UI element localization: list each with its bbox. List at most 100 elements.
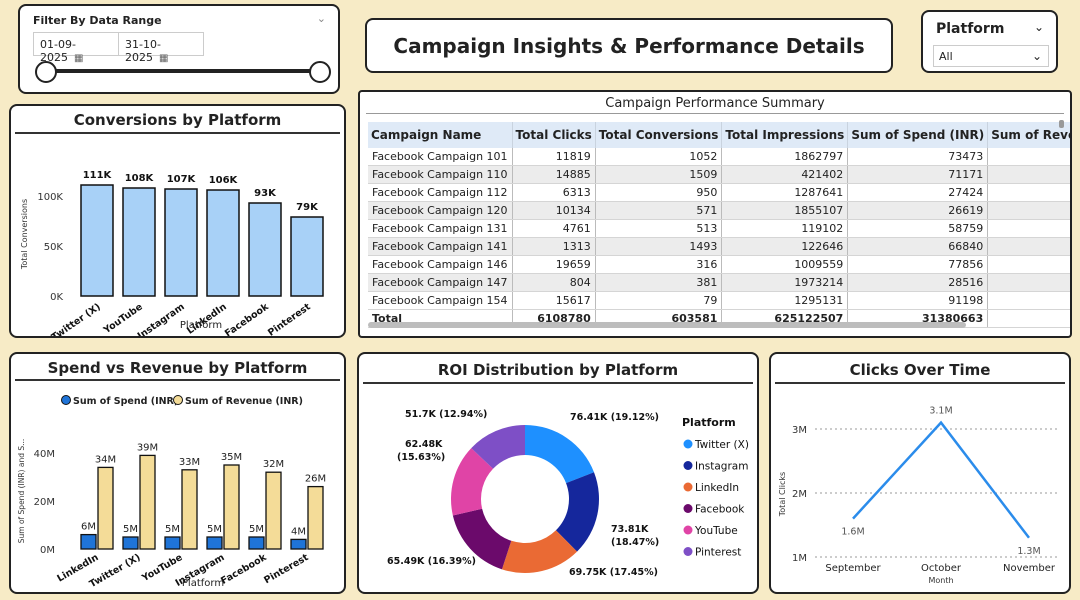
slider-end-handle[interactable] — [309, 61, 331, 83]
data-label: 108K — [125, 173, 155, 184]
table-row[interactable]: Facebook Campaign 101 11819 1052 1862797 734… — [368, 148, 1070, 167]
page-title: Campaign Insights & Performance Details — [393, 33, 865, 58]
start-date-input[interactable]: 01-09-2025 ▦ — [33, 32, 119, 64]
column-header[interactable]: Total Conversions — [595, 122, 723, 148]
platform-select[interactable]: All ⌄ — [933, 45, 1049, 67]
table-title: Campaign Performance Summary — [366, 92, 1064, 114]
data-label: 35M — [221, 452, 242, 463]
table-row[interactable]: Facebook Campaign 146 19659 316 1009559 7785… — [368, 255, 1070, 275]
x-tick-label: October — [921, 563, 962, 574]
roi-donut-chart: 76.41K (19.12%) 73.81K (18.47%) 69.75K (17.… — [387, 409, 749, 578]
table-cell: 66840 — [847, 237, 989, 257]
bar — [181, 469, 198, 550]
table-cell: Facebook Campaign 141 — [368, 237, 513, 257]
clicks-line — [852, 420, 1030, 539]
table-cell: 274473 — [987, 237, 1070, 257]
data-label: 5M — [207, 524, 222, 535]
table-cell: 26619 — [847, 201, 989, 221]
x-tick-label: September — [825, 563, 881, 574]
data-label: 32M — [263, 459, 284, 470]
column-header[interactable]: Campaign Name — [368, 122, 513, 148]
legend-marker — [683, 482, 693, 492]
table-cell: 170749 — [987, 183, 1070, 203]
table-cell: 119102 — [721, 219, 849, 239]
data-label: 1.3M — [1017, 546, 1040, 557]
legend-label: Facebook — [695, 504, 745, 516]
legend-marker — [173, 395, 183, 405]
table-row[interactable]: Facebook Campaign 112 6313 950 1287641 27424… — [368, 183, 1070, 203]
table-header-row: Campaign Name Total Clicks Total Conversio… — [368, 122, 1070, 148]
legend-label: Instagram — [695, 461, 748, 473]
table-cell: 79 — [595, 291, 723, 311]
platform-slicer: Platform ⌄ All ⌄ — [921, 10, 1058, 73]
table-row[interactable]: Facebook Campaign 141 1313 1493 122646 66840… — [368, 237, 1070, 257]
table-cell: 91198 — [847, 291, 989, 311]
table-cell: 1009559 — [721, 255, 849, 275]
campaign-performance-table: Campaign Performance Summary Campaign Na… — [358, 90, 1072, 338]
date-slider-track[interactable] — [46, 69, 320, 73]
donut-slice — [525, 425, 595, 484]
data-label: 5M — [123, 524, 138, 535]
end-date-input[interactable]: 31-10-2025 ▦ — [118, 32, 204, 64]
slider-start-handle[interactable] — [35, 61, 57, 83]
calendar-icon[interactable]: ▦ — [74, 53, 83, 64]
table-cell: 77856 — [847, 255, 989, 275]
chevron-down-icon[interactable]: ⌄ — [1034, 20, 1044, 34]
horizontal-scrollbar[interactable] — [368, 322, 966, 328]
column-header[interactable]: Total Clicks — [512, 122, 596, 148]
table-cell: Facebook Campaign 110 — [368, 165, 513, 185]
y-axis-label: Sum of Spend (INR) and S... — [17, 439, 26, 544]
slice-label-pct: (18.47%) — [611, 537, 659, 548]
roi-chart-card: ROI Distribution by Platform 76.41K (19.… — [357, 352, 759, 594]
table-cell: 950 — [595, 183, 723, 203]
x-axis-label: Month — [928, 576, 953, 585]
table-row[interactable]: Facebook Campaign 154 15617 79 1295131 91198… — [368, 291, 1070, 311]
y-tick-label: 0K — [50, 292, 63, 303]
bar — [248, 202, 282, 297]
table-cell: 19659 — [512, 255, 596, 275]
data-label: 4M — [291, 526, 306, 537]
table-cell: 381 — [595, 273, 723, 293]
calendar-icon[interactable]: ▦ — [159, 53, 168, 64]
data-label: 26M — [305, 474, 326, 485]
x-tick-label: Facebook — [219, 552, 269, 587]
bar — [206, 536, 223, 550]
table-cell: 6313 — [512, 183, 596, 203]
table-row[interactable]: Facebook Campaign 110 14885 1509 421402 7117… — [368, 165, 1070, 185]
bar — [248, 536, 265, 550]
table-row[interactable]: Facebook Campaign 1478043811973214285168… — [368, 273, 1070, 293]
slice-label: 69.75K (17.45%) — [569, 567, 658, 578]
y-tick-label: 50K — [44, 242, 64, 253]
table-cell: 122646 — [721, 237, 849, 257]
table-row[interactable]: Facebook Campaign 120 10134 571 1855107 2661… — [368, 201, 1070, 221]
column-header[interactable]: Total Impressions — [721, 122, 849, 148]
legend-marker — [683, 504, 693, 513]
legend-marker — [683, 461, 693, 470]
vertical-scrollbar[interactable] — [1059, 120, 1064, 128]
table-row[interactable]: Facebook Campaign 1314761513119102587592… — [368, 219, 1070, 239]
bar — [80, 533, 97, 550]
legend-marker — [683, 439, 693, 449]
data-label: 106K — [209, 175, 239, 186]
data-label: 6M — [81, 522, 96, 533]
x-tick-label: November — [1003, 563, 1056, 574]
table-cell: 1052 — [595, 148, 723, 167]
table-cell: 421402 — [721, 165, 849, 185]
x-axis-label: Platform — [180, 320, 222, 331]
clicks-line-chart: 1M 2M 3M Total Clicks 1.6M September 3.1M Octob… — [778, 406, 1059, 585]
column-header[interactable]: Sum of Spend (INR) — [847, 122, 989, 148]
table-cell: 4761 — [512, 219, 596, 239]
table-cell: 73473 — [847, 148, 989, 167]
table-cell: Facebook Campaign 112 — [368, 183, 513, 203]
chevron-down-icon[interactable]: ⌄ — [317, 12, 326, 25]
bar — [223, 464, 240, 550]
table-cell: 1287641 — [721, 183, 849, 203]
summary-table: Campaign Name Total Clicks Total Conversio… — [368, 122, 1070, 329]
table-cell: 197731244 — [987, 309, 1070, 329]
data-label: 39M — [137, 442, 158, 453]
data-label: 5M — [165, 524, 180, 535]
table-cell: 27424 — [847, 183, 989, 203]
data-label: 34M — [95, 454, 116, 465]
y-tick-label: 2M — [792, 489, 807, 500]
table-cell: 58759 — [847, 219, 989, 239]
